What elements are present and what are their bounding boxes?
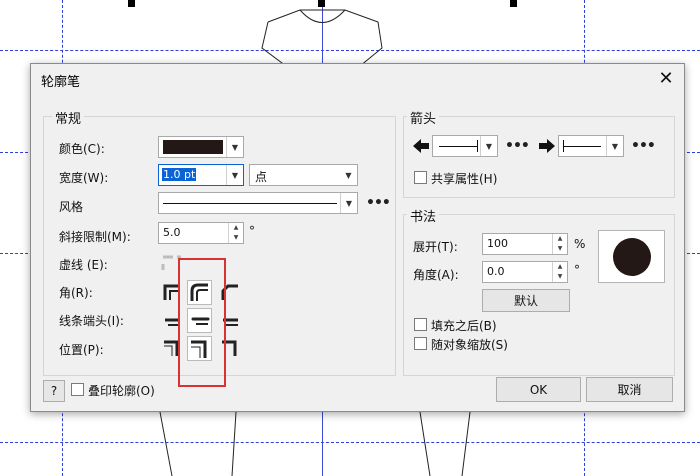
angle-value: 0.0 <box>487 265 505 278</box>
fill-behind-checkbox[interactable] <box>414 318 427 331</box>
start-arrow-tick <box>477 140 478 152</box>
overprint-label: 叠印轮廓(O) <box>88 384 155 398</box>
selection-handle[interactable] <box>318 0 325 7</box>
chevron-down-icon: ▼ <box>226 165 243 185</box>
color-label: 颜色(C): <box>59 142 105 156</box>
angle-input[interactable]: 0.0 ▲ ▼ <box>482 261 568 283</box>
highlight-box <box>178 258 226 387</box>
style-select[interactable]: ▼ <box>158 192 358 214</box>
color-picker[interactable]: ▼ <box>158 136 244 158</box>
start-arrow-more-button[interactable]: ••• <box>505 138 530 154</box>
width-value: 1.0 pt <box>162 168 197 181</box>
miter-input[interactable]: 5.0 ▲ ▼ <box>158 222 244 244</box>
start-arrow-preview <box>439 146 477 147</box>
corner-label: 角(R): <box>59 286 93 300</box>
selection-handle[interactable] <box>510 0 517 7</box>
style-label: 风格 <box>59 200 84 214</box>
chevron-down-icon: ▼ <box>345 170 352 180</box>
outline-pen-dialog: 轮廓笔 ✕ 常规 颜色(C): ▼ 宽度(W): 1.0 pt ▼ 点 ▼ 风格… <box>30 63 685 412</box>
close-button[interactable]: ✕ <box>651 64 681 92</box>
chevron-down-icon: ▼ <box>340 193 357 213</box>
general-group-title: 常规 <box>52 108 85 127</box>
arrow-right-icon <box>539 139 555 153</box>
spin-arrows-icon[interactable]: ▲ ▼ <box>552 234 567 254</box>
calligraphy-group-title: 书法 <box>407 206 440 225</box>
stretch-input[interactable]: 100 ▲ ▼ <box>482 233 568 255</box>
overprint-checkbox[interactable] <box>71 383 84 396</box>
chevron-down-icon: ▼ <box>480 136 497 156</box>
share-attributes-checkbox[interactable] <box>414 171 427 184</box>
chevron-down-icon: ▼ <box>606 136 623 156</box>
chevron-down-icon: ▼ <box>226 137 243 157</box>
arrow-left-icon <box>413 139 429 153</box>
position-label: 位置(P): <box>59 343 104 357</box>
miter-unit: ° <box>249 224 255 238</box>
width-input[interactable]: 1.0 pt ▼ <box>158 164 244 186</box>
unit-value: 点 <box>255 170 268 184</box>
color-swatch <box>163 140 223 154</box>
spin-arrows-icon[interactable]: ▲ ▼ <box>228 223 243 243</box>
ok-button[interactable]: OK <box>496 377 581 402</box>
spin-arrows-icon[interactable]: ▲ ▼ <box>552 262 567 282</box>
nib-shape <box>613 238 651 276</box>
miter-label: 斜接限制(M): <box>59 230 131 244</box>
arrows-group-title: 箭头 <box>407 108 440 127</box>
scale-with-object-label: 随对象缩放(S) <box>431 338 508 352</box>
end-arrow-preview <box>563 146 601 147</box>
cancel-button[interactable]: 取消 <box>586 377 673 402</box>
stretch-value: 100 <box>487 237 508 250</box>
fill-behind-label: 填充之后(B) <box>431 319 497 333</box>
style-more-button[interactable]: ••• <box>366 195 391 211</box>
dialog-title: 轮廓笔 <box>41 75 81 90</box>
start-arrow-select[interactable]: ▼ <box>432 135 498 157</box>
end-arrow-select[interactable]: ▼ <box>558 135 624 157</box>
width-label: 宽度(W): <box>59 171 109 185</box>
nib-preview <box>598 230 665 283</box>
stretch-label: 展开(T): <box>413 240 458 254</box>
selection-handle[interactable] <box>128 0 135 7</box>
linecap-label: 线条端头(I): <box>59 314 124 328</box>
scale-with-object-checkbox[interactable] <box>414 337 427 350</box>
default-button[interactable]: 默认 <box>482 289 570 312</box>
close-icon: ✕ <box>658 67 674 89</box>
unit-select[interactable]: 点 ▼ <box>249 164 358 186</box>
end-arrow-more-button[interactable]: ••• <box>631 138 656 154</box>
angle-label: 角度(A): <box>413 268 459 282</box>
stretch-unit: % <box>574 237 586 251</box>
help-button[interactable]: ? <box>43 380 65 402</box>
angle-unit: ° <box>574 263 580 277</box>
line-style-preview <box>163 203 337 204</box>
dash-label: 虚线 (E): <box>59 258 108 272</box>
miter-value: 5.0 <box>163 226 181 239</box>
share-attributes-label: 共享属性(H) <box>431 172 498 186</box>
